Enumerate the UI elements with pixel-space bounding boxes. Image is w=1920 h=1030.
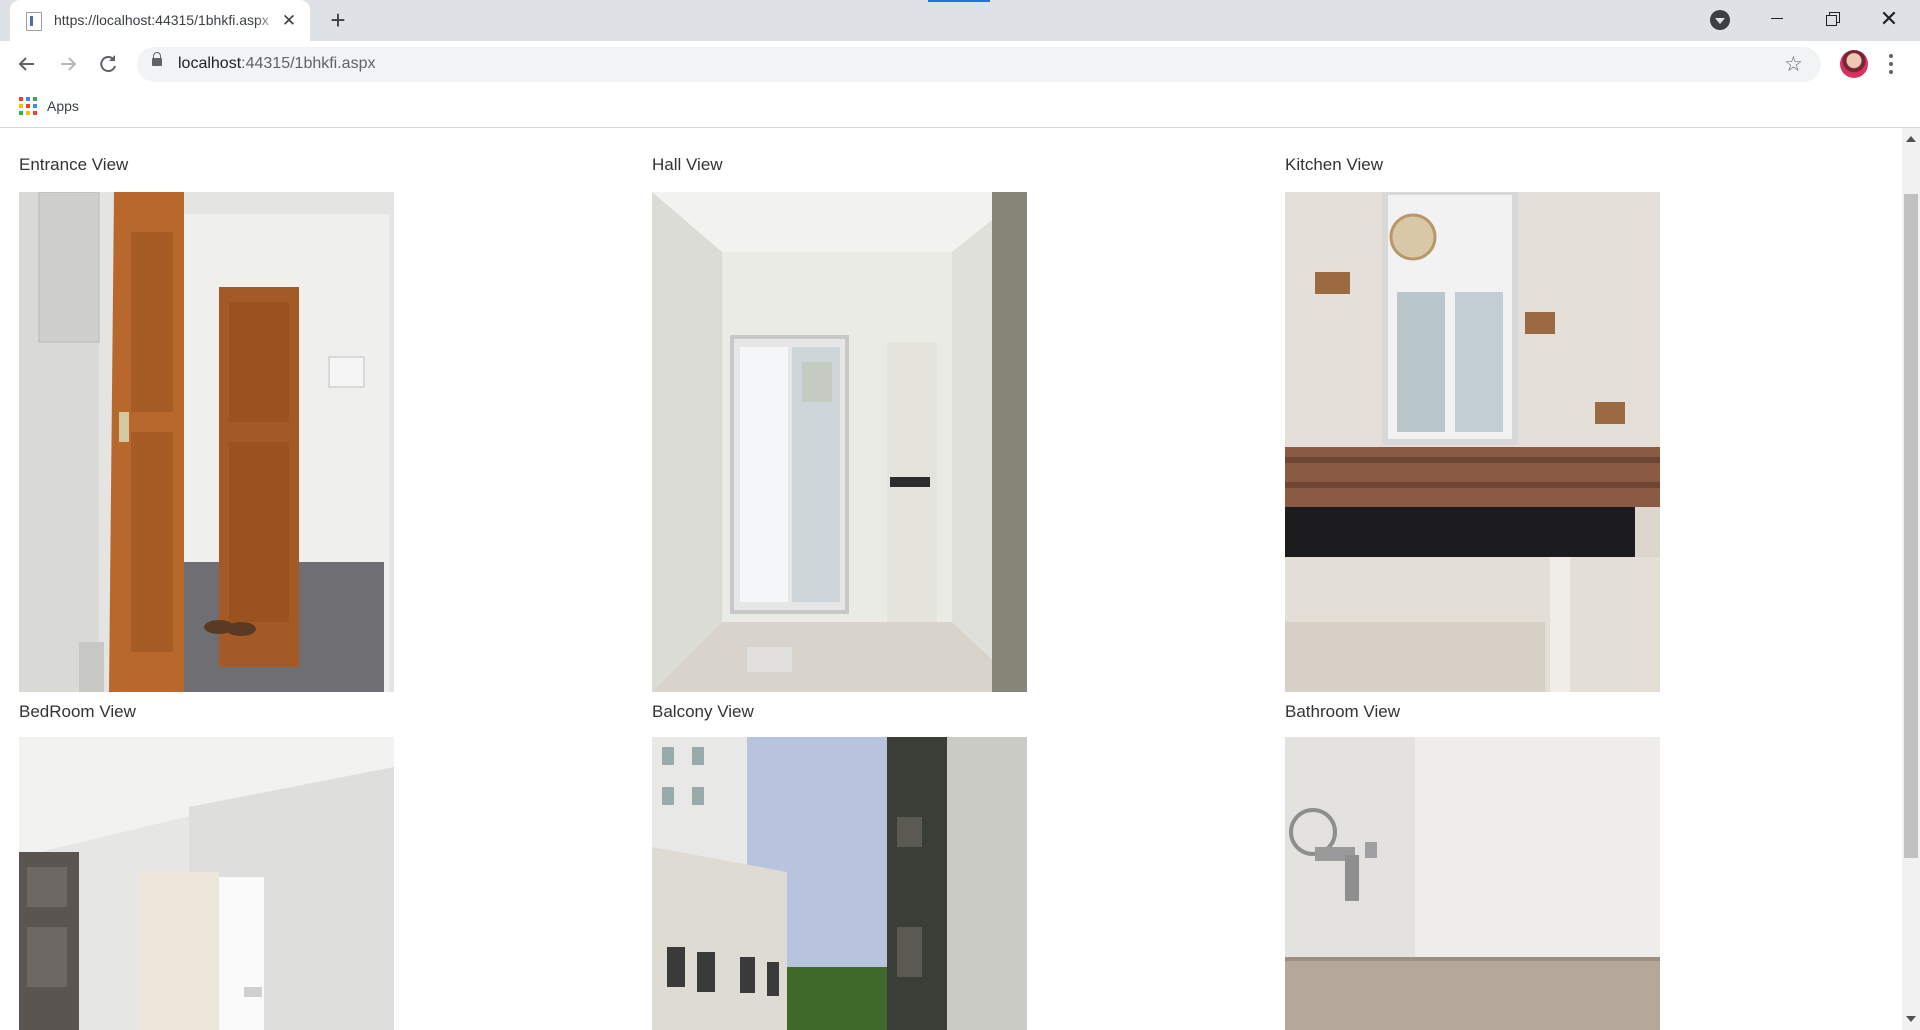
profile-avatar[interactable] [1840, 50, 1868, 78]
browser-tab[interactable]: https://localhost:44315/1bhkfi.aspx ✕ [10, 0, 310, 41]
lock-icon[interactable] [152, 52, 162, 66]
vertical-scrollbar[interactable] [1902, 128, 1920, 1030]
url-path: :44315/1bhkfi.aspx [241, 55, 376, 72]
url-host: localhost [178, 55, 242, 72]
tab-search-icon[interactable] [1710, 10, 1730, 30]
balcony-caption: Balcony View [652, 702, 754, 721]
bookmarks-bar: Apps [0, 88, 1920, 128]
close-tab-icon[interactable]: ✕ [280, 12, 298, 30]
bedroom-photo [19, 737, 394, 1030]
bookmark-star-icon[interactable]: ☆ [1784, 51, 1803, 78]
reload-icon[interactable] [93, 49, 123, 79]
url-text[interactable]: localhost:44315/1bhkfi.aspx [178, 55, 375, 73]
new-tab-button[interactable]: + [324, 7, 352, 35]
address-bar[interactable]: localhost:44315/1bhkfi.aspx ☆ [137, 47, 1821, 82]
kitchen-caption: Kitchen View [1285, 155, 1383, 174]
hall-photo [652, 192, 1027, 692]
kitchen-photo [1285, 192, 1660, 692]
hall-caption: Hall View [652, 155, 723, 174]
tab-title: https://localhost:44315/1bhkfi.aspx [54, 12, 269, 28]
bedroom-caption: BedRoom View [19, 702, 136, 721]
bathroom-caption: Bathroom View [1285, 702, 1400, 721]
restore-window-button[interactable] [1805, 0, 1861, 38]
loading-indicator [928, 0, 990, 2]
apps-grid-icon[interactable] [19, 97, 37, 115]
scroll-down-arrow-icon[interactable] [1906, 1016, 1916, 1022]
minimize-window-button[interactable] [1749, 0, 1805, 38]
forward-arrow-icon[interactable] [53, 49, 83, 79]
page-content: Entrance View Hall View Kitchen View Bed… [0, 128, 1902, 1030]
menu-dots-icon[interactable] [1884, 50, 1898, 78]
scroll-up-arrow-icon[interactable] [1906, 136, 1916, 142]
close-window-button[interactable]: ✕ [1861, 0, 1917, 38]
back-arrow-icon[interactable] [12, 49, 42, 79]
entrance-photo [19, 192, 394, 692]
scrollbar-thumb[interactable] [1904, 194, 1918, 858]
balcony-photo [652, 737, 1027, 1030]
page-favicon-icon [26, 12, 42, 31]
bookmark-apps[interactable]: Apps [47, 98, 79, 114]
browser-toolbar: localhost:44315/1bhkfi.aspx ☆ [0, 41, 1920, 88]
entrance-caption: Entrance View [19, 155, 129, 174]
tab-strip: https://localhost:44315/1bhkfi.aspx ✕ + … [0, 0, 1920, 41]
bathroom-photo [1285, 737, 1660, 1030]
